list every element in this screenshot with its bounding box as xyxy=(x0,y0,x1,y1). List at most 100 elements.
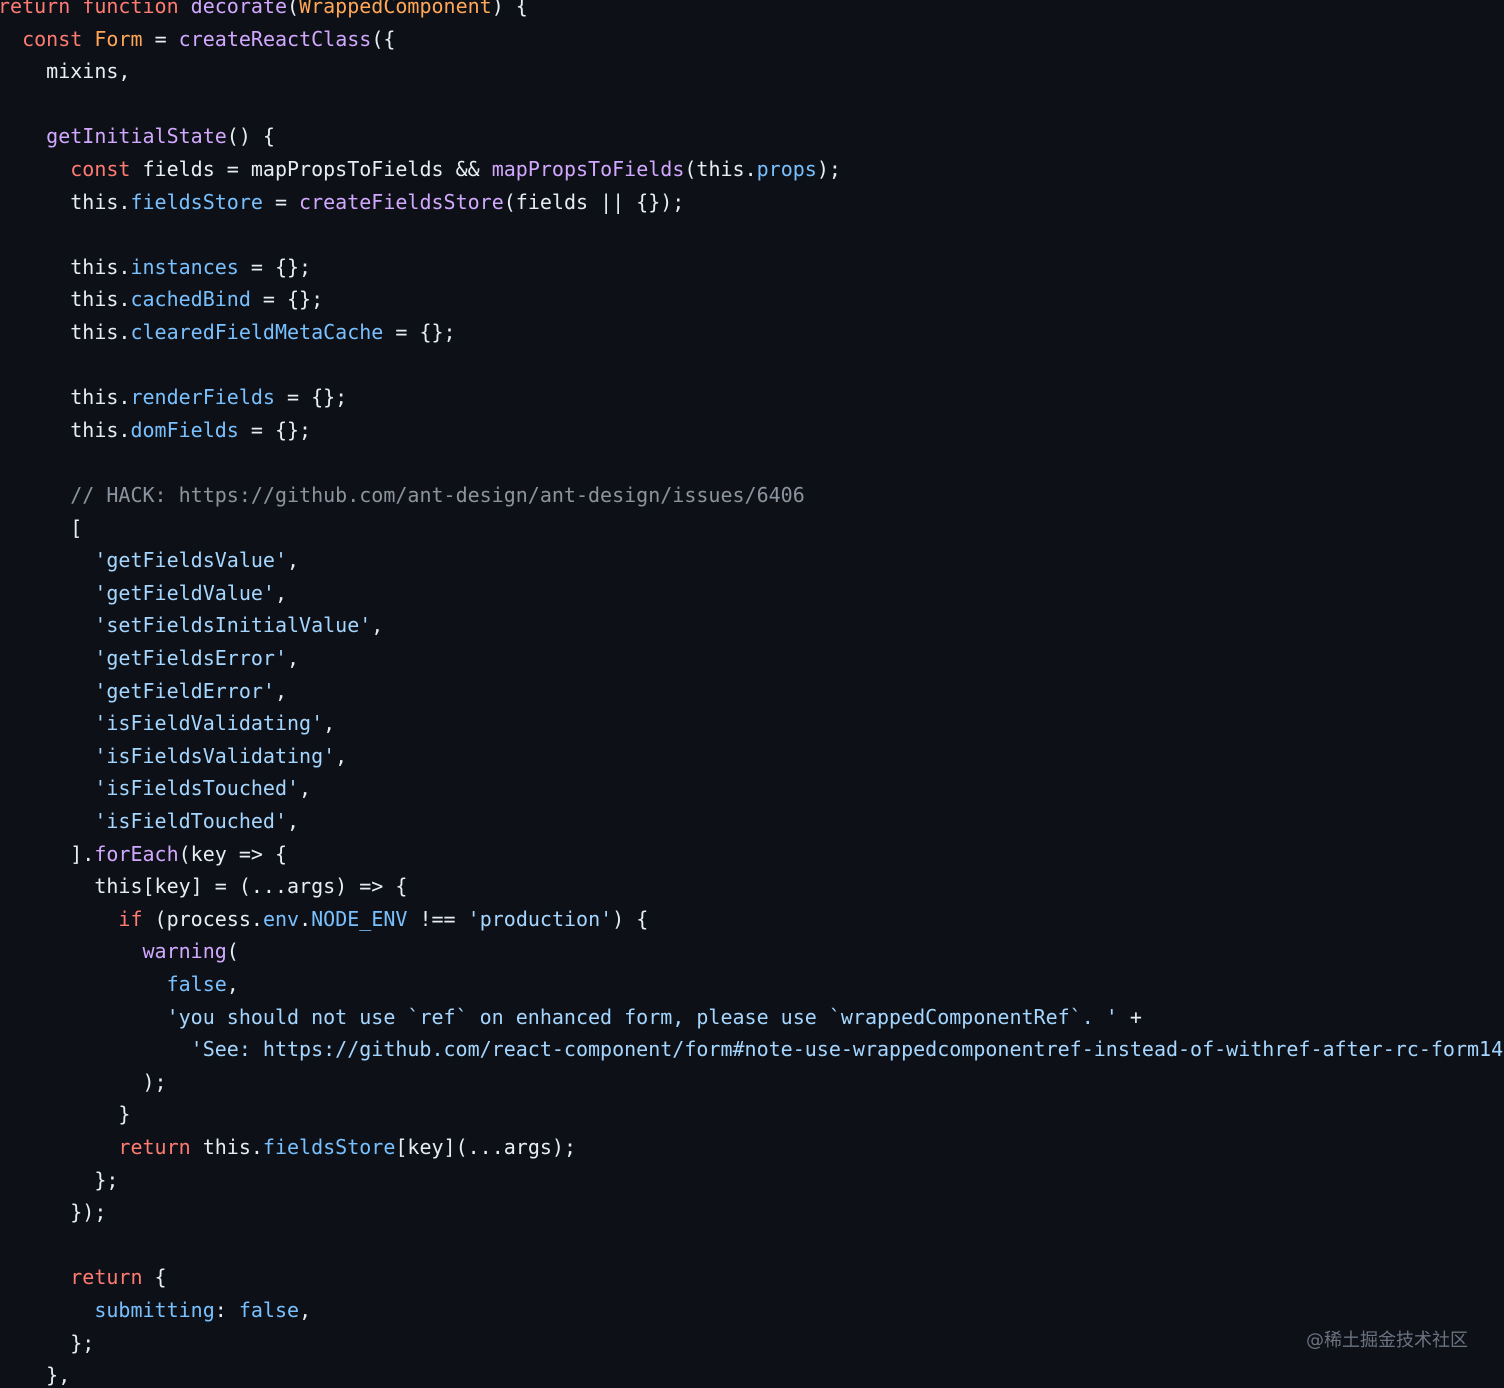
code-token: = xyxy=(262,189,300,214)
code-token: Form xyxy=(94,26,143,51)
code-line: 'See: https://github.com/react-component… xyxy=(0,1033,1504,1065)
code-line: 'isFieldsTouched', xyxy=(0,772,311,804)
code-token: false xyxy=(166,972,227,996)
code-token: } xyxy=(0,1102,131,1127)
code-line: this.clearedFieldMetaCache = {}; xyxy=(0,316,455,348)
code-line: return function decorate(WrappedComponen… xyxy=(0,0,528,22)
code-token: !== xyxy=(407,906,468,931)
code-token: const xyxy=(70,157,131,181)
code-token: { xyxy=(142,1265,167,1290)
code-token: ( xyxy=(287,0,300,18)
code-token: fields = mapPropsToFields && xyxy=(130,157,492,181)
code-line: }; xyxy=(0,1327,94,1359)
code-token: ); xyxy=(0,1069,167,1094)
code-line: this[key] = (...args) => { xyxy=(0,870,407,902)
code-token: = xyxy=(142,26,179,51)
code-token: instances xyxy=(130,254,239,279)
code-token: this. xyxy=(0,254,131,279)
code-token: return xyxy=(0,0,71,18)
code-token: domFields xyxy=(130,417,239,442)
code-token: 'isFieldTouched' xyxy=(94,809,287,833)
code-token: = {}; xyxy=(238,417,312,442)
code-token: 'getFieldsValue' xyxy=(94,548,287,573)
code-token: }; xyxy=(0,1330,95,1355)
code-token: fieldsStore xyxy=(262,1135,396,1159)
code-token: = {}; xyxy=(238,254,312,279)
code-line: this.renderFields = {}; xyxy=(0,381,347,413)
code-token: , xyxy=(299,1298,312,1322)
code-line: mixins, xyxy=(0,55,130,87)
watermark-label: @稀土掘金技术社区 xyxy=(1306,1330,1468,1351)
code-token: 'getFieldsError' xyxy=(94,646,287,670)
code-token: function xyxy=(82,0,179,18)
code-token: , xyxy=(286,548,300,573)
code-token: 'setFieldsInitialValue' xyxy=(94,613,372,638)
code-token: [ xyxy=(0,515,83,540)
code-token: this. xyxy=(0,417,131,442)
code-token: false xyxy=(238,1298,300,1322)
code-line: }; xyxy=(0,1164,118,1196)
code-line: this.cachedBind = {}; xyxy=(0,283,323,315)
code-token: WrappedComponent xyxy=(299,0,492,18)
code-token: props xyxy=(756,157,817,181)
code-token: 'getFieldError' xyxy=(94,678,275,703)
code-token: NODE_ENV xyxy=(311,906,408,931)
code-token: : xyxy=(214,1298,239,1322)
code-token: fieldsStore xyxy=(130,189,263,214)
code-line: return { xyxy=(0,1261,167,1293)
code-token: (fields || {}); xyxy=(503,189,685,214)
code-token: 'you should not use `ref` on enhanced fo… xyxy=(166,1004,1118,1029)
code-token: return xyxy=(118,1135,191,1159)
code-token: clearedFieldMetaCache xyxy=(130,320,384,344)
code-token: forEach xyxy=(94,841,179,866)
code-token: ) { xyxy=(491,0,528,18)
code-line: this.instances = {}; xyxy=(0,251,311,283)
code-token: [key](...args); xyxy=(395,1135,576,1159)
code-token: this. xyxy=(190,1135,263,1159)
code-line: [ xyxy=(0,512,82,544)
code-token: 'See: https://github.com/react-component… xyxy=(190,1037,1504,1062)
code-line: 'getFieldError', xyxy=(0,675,287,707)
code-token: , xyxy=(226,972,239,996)
code-token: this. xyxy=(0,287,131,312)
code-token: // HACK: https://github.com/ant-design/a… xyxy=(70,483,805,507)
code-token: , xyxy=(323,711,336,736)
code-token: = {}; xyxy=(274,385,348,410)
code-token: createFieldsStore xyxy=(299,189,504,214)
code-token: }; xyxy=(0,1167,119,1192)
code-token: = {}; xyxy=(250,287,324,312)
code-token: (process. xyxy=(142,906,263,931)
code-line: return this.fieldsStore[key](...args); xyxy=(0,1131,576,1163)
code-token: mixins, xyxy=(0,59,131,84)
code-token: ) { xyxy=(612,906,649,931)
code-line: 'isFieldTouched', xyxy=(0,805,299,837)
code-token: this. xyxy=(0,385,131,410)
code-token: , xyxy=(335,743,348,768)
code-token: const xyxy=(22,26,83,51)
code-line: this.fieldsStore = createFieldsStore(fie… xyxy=(0,186,684,218)
code-line: ].forEach(key => { xyxy=(0,838,287,870)
code-token: this. xyxy=(0,189,131,214)
code-line: }); xyxy=(0,1196,106,1228)
code-line: } xyxy=(0,1098,130,1130)
code-line: const fields = mapPropsToFields && mapPr… xyxy=(0,153,841,185)
code-token: mapPropsToFields xyxy=(491,157,685,181)
code-token: getInitialState xyxy=(46,124,227,149)
code-line: // HACK: https://github.com/ant-design/a… xyxy=(0,479,805,511)
